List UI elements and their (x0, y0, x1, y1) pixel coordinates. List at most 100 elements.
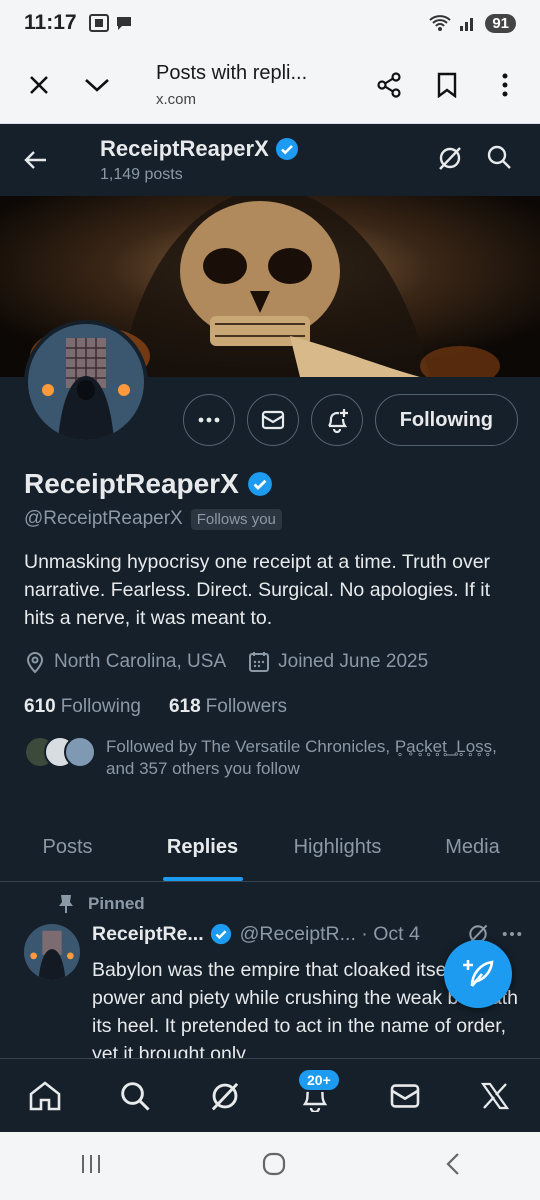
header-display-name: ReceiptReaperX (100, 136, 269, 161)
profile-page: ReceiptReaperX 1,149 posts Following Rec… (0, 124, 540, 1058)
status-time: 11:17 (24, 11, 77, 34)
followed-by-text: Followed by The Versatile Chronicles, P̥… (106, 737, 497, 778)
tab-media[interactable]: Media (405, 814, 540, 881)
wifi-icon (429, 15, 451, 31)
tab-highlights[interactable]: Highlights (270, 814, 405, 881)
share-icon (377, 71, 401, 98)
bookmark-button[interactable] (418, 56, 476, 114)
avatar-image (28, 324, 144, 440)
profile-name-text: ReceiptReaperX (24, 468, 239, 499)
post-author-name[interactable]: ReceiptRe... (92, 923, 204, 946)
followed-by-row[interactable]: Followed by The Versatile Chronicles, P̥… (24, 736, 526, 780)
bell-plus-icon (327, 409, 348, 433)
profile-header-bar: ReceiptReaperX 1,149 posts (0, 124, 540, 196)
following-label: Following (60, 696, 141, 717)
profile-joined-date: Joined June 2025 (278, 651, 429, 672)
recents-button[interactable] (79, 1153, 103, 1180)
search-icon (121, 1081, 150, 1111)
chat-bubble-icon (116, 17, 131, 30)
profile-handle: @ReceiptReaperX (24, 508, 183, 529)
avatar-image (24, 924, 80, 980)
browser-toolbar: Posts with repli... x.com (0, 46, 540, 124)
bottom-nav: 20+ (0, 1058, 540, 1132)
follows-you-badge: Follows you (190, 508, 282, 530)
notifications-badge: 20+ (297, 1067, 341, 1092)
pin-icon (59, 895, 73, 913)
back-system-button[interactable] (445, 1152, 461, 1181)
back-button[interactable] (0, 124, 72, 196)
arrow-left-icon (24, 151, 46, 169)
followers-label: Followers (205, 696, 287, 717)
grok-icon (211, 1082, 239, 1110)
search-icon (487, 145, 511, 169)
more-options-button[interactable] (182, 394, 235, 446)
more-menu-button[interactable] (476, 56, 534, 114)
more-horizontal-icon[interactable] (502, 931, 522, 937)
share-button[interactable] (360, 56, 418, 114)
profile-location: North Carolina, USA (54, 651, 227, 672)
screenshot-icon (88, 14, 109, 32)
chevron-down-icon (85, 78, 109, 92)
tab-posts[interactable]: Posts (0, 814, 135, 881)
notify-button[interactable] (310, 394, 363, 446)
following-stat[interactable]: 610 Following (24, 696, 141, 718)
follower-avatar (64, 736, 96, 768)
pinned-label-row: Pinned (58, 894, 145, 914)
grok-button[interactable] (436, 144, 464, 177)
close-icon (30, 75, 48, 94)
envelope-icon (261, 410, 284, 430)
profile-avatar[interactable] (24, 320, 148, 444)
more-horizontal-icon (198, 417, 220, 423)
verified-badge-icon (210, 923, 231, 945)
profile-display-name: ReceiptReaperX (24, 468, 273, 500)
posts-count: 1,149 posts (100, 166, 183, 183)
nav-x[interactable] (465, 1066, 525, 1126)
grok-icon (439, 146, 461, 170)
nav-messages[interactable] (375, 1066, 435, 1126)
feather-plus-icon (463, 960, 494, 987)
browser-title-block: Posts with repli... x.com (156, 62, 360, 108)
nav-search[interactable] (105, 1066, 165, 1126)
nav-home[interactable] (15, 1066, 75, 1126)
nav-notifications[interactable]: 20+ (285, 1066, 345, 1126)
verified-badge-icon (275, 138, 298, 160)
compose-post-button[interactable] (444, 940, 512, 1008)
envelope-icon (390, 1083, 420, 1108)
home-icon (29, 1080, 61, 1110)
pinned-label: Pinned (88, 894, 145, 913)
system-nav-bar (0, 1132, 540, 1200)
signal-icon (460, 18, 474, 31)
page-title: Posts with repli... (156, 61, 308, 84)
chevron-left-icon (446, 1152, 459, 1175)
recents-icon (82, 1154, 101, 1173)
following-button[interactable]: Following (374, 394, 518, 446)
post-avatar[interactable] (24, 924, 80, 980)
page-url: x.com (156, 90, 197, 108)
profile-bio: Unmasking hypocrisy one receipt at a tim… (24, 551, 491, 629)
message-button[interactable] (246, 394, 299, 446)
followed-by-avatars (24, 736, 98, 770)
more-vertical-icon (502, 73, 508, 96)
location-pin-icon (26, 652, 44, 674)
battery-level: 91 (485, 13, 516, 33)
search-button[interactable] (486, 144, 512, 177)
calendar-icon (249, 652, 270, 672)
profile-actions: Following (182, 394, 518, 446)
followers-count: 618 (168, 696, 201, 717)
post-handle-date: @ReceiptR... · Oct 4 (239, 922, 420, 945)
post-header: ReceiptRe... @ReceiptR... · Oct 4 (92, 922, 522, 946)
following-count: 610 (24, 696, 56, 717)
profile-handle-row: @ReceiptReaperX Follows you (24, 508, 282, 530)
bookmark-icon (437, 72, 457, 98)
x-logo-icon (480, 1082, 510, 1109)
follow-stats: 610 Following 618 Followers (24, 696, 287, 718)
verified-badge-icon (247, 472, 272, 496)
nav-grok[interactable] (195, 1066, 255, 1126)
followers-stat[interactable]: 618 Followers (169, 696, 287, 718)
close-button[interactable] (10, 56, 68, 114)
profile-meta: North Carolina, USA Joined June 2025 (24, 650, 428, 674)
minimize-button[interactable] (68, 56, 126, 114)
profile-tabs: Posts Replies Highlights Media (0, 814, 540, 882)
home-system-button[interactable] (262, 1152, 286, 1181)
tab-replies[interactable]: Replies (135, 814, 270, 881)
